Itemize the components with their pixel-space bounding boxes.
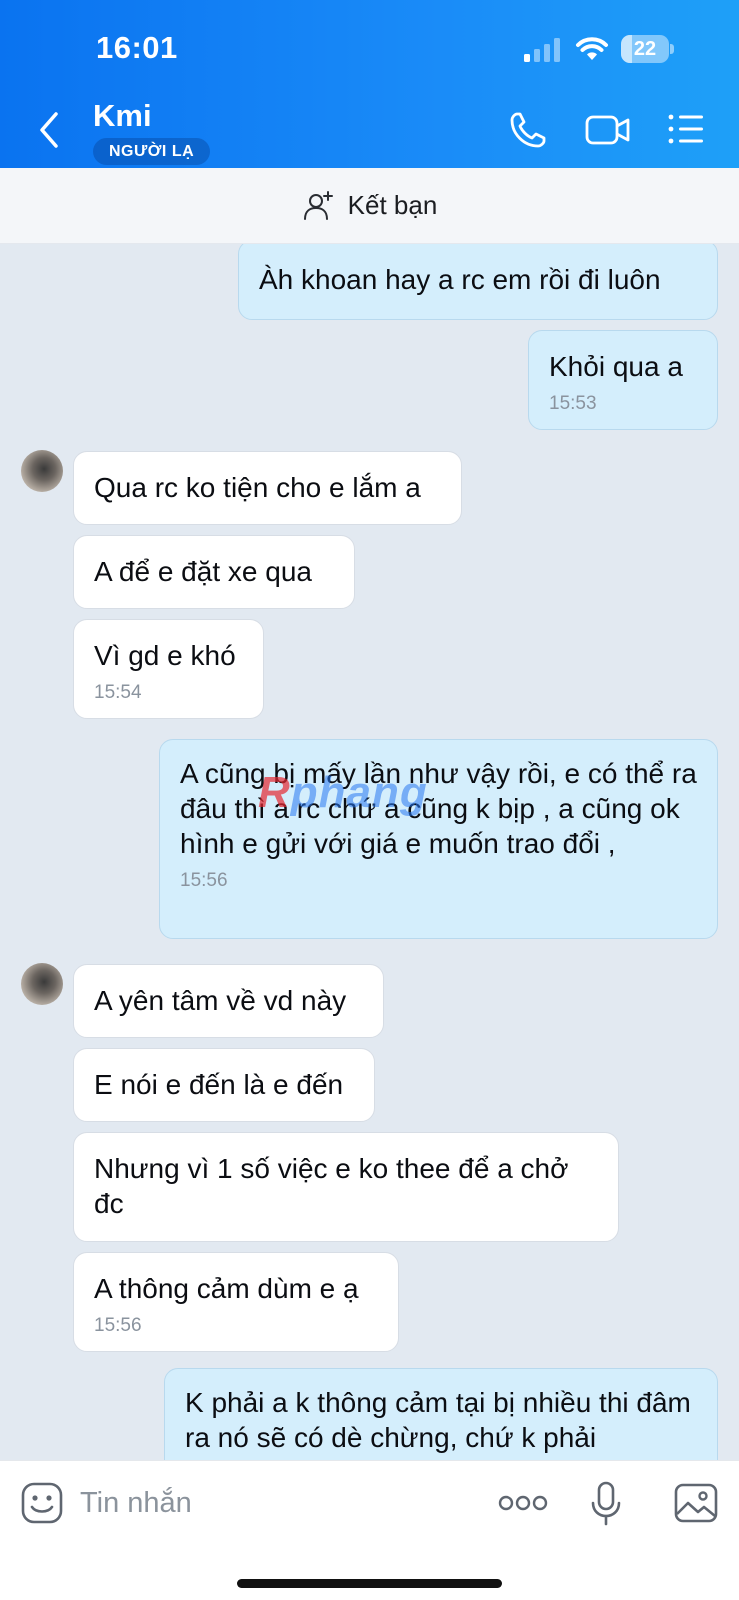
message-bubble[interactable]: Nhưng vì 1 số việc e ko thee để a chở đc [73, 1132, 619, 1242]
message-text: Vì gd e khó [94, 640, 236, 671]
message-text: Nhưng vì 1 số việc e ko thee để a chở đc [94, 1153, 569, 1219]
message-bubble[interactable]: Qua rc ko tiện cho e lắm a [73, 451, 462, 525]
message-bubble[interactable]: E nói e đến là e đến [73, 1048, 375, 1122]
status-time: 16:01 [96, 30, 178, 65]
message-bubble[interactable]: A yên tâm về vd này [73, 964, 384, 1038]
menu-list-icon[interactable] [667, 112, 705, 146]
message-input[interactable] [80, 1479, 460, 1527]
message-text: A để e đặt xe qua [94, 556, 312, 587]
message-text: Àh khoan hay a rc em rồi đi luôn [259, 264, 661, 295]
message-bubble[interactable]: A cũng bị mấy lần như vậy rồi, e có thể … [159, 739, 718, 939]
add-friend-button[interactable]: Kết bạn [302, 189, 438, 223]
message-text: Khỏi qua a [549, 351, 683, 382]
message-bubble[interactable]: A thông cảm dùm e ạ 15:56 [73, 1252, 399, 1352]
message-text: K phải a k thông cảm tại bị nhiều thi đâ… [185, 1387, 691, 1453]
back-arrow-icon[interactable] [34, 108, 64, 152]
add-friend-icon [303, 190, 333, 220]
message-time: 15:56 [180, 870, 228, 891]
image-gallery-icon[interactable] [674, 1483, 718, 1523]
message-time: 15:53 [549, 393, 597, 414]
more-options-icon[interactable] [498, 1491, 548, 1515]
message-list[interactable]: Àh khoan hay a rc em rồi đi luôn Khỏi qu… [0, 244, 739, 1460]
message-time: 15:54 [94, 682, 142, 703]
message-text: A cũng bị mấy lần như vậy rồi, e có thể … [180, 758, 697, 859]
message-input-bar [0, 1460, 739, 1600]
message-bubble[interactable]: Àh khoan hay a rc em rồi đi luôn [238, 244, 718, 320]
microphone-icon[interactable] [590, 1481, 622, 1527]
message-time: 15:56 [94, 1315, 142, 1336]
stranger-badge: NGƯỜI LẠ [93, 138, 211, 165]
message-bubble[interactable]: K phải a k thông cảm tại bị nhiều thi đâ… [164, 1368, 718, 1460]
wifi-icon [576, 37, 608, 60]
message-text: A yên tâm về vd này [94, 985, 347, 1016]
add-friend-bar: Kết bạn [0, 168, 739, 244]
emoji-sticker-icon[interactable] [20, 1481, 64, 1525]
phone-call-icon[interactable] [508, 110, 548, 150]
message-bubble[interactable]: A để e đặt xe qua [73, 535, 355, 609]
avatar[interactable] [21, 450, 63, 492]
message-bubble[interactable]: Khỏi qua a 15:53 [528, 330, 718, 430]
message-text: E nói e đến là e đến [94, 1069, 344, 1100]
home-indicator [237, 1579, 502, 1588]
cellular-signal-icon [524, 38, 560, 62]
battery-level: 22 [633, 38, 657, 60]
battery-indicator: 22 [621, 35, 674, 63]
video-call-icon[interactable] [585, 112, 631, 148]
add-friend-label: Kết bạn [347, 190, 438, 220]
chat-header: 16:01 22 Kmi NGƯỜI LẠ [0, 0, 739, 168]
avatar[interactable] [21, 963, 63, 1005]
contact-name[interactable]: Kmi [93, 98, 152, 134]
message-text: Qua rc ko tiện cho e lắm a [94, 472, 421, 503]
message-bubble[interactable]: Vì gd e khó 15:54 [73, 619, 264, 719]
message-text: A thông cảm dùm e ạ [94, 1273, 359, 1304]
